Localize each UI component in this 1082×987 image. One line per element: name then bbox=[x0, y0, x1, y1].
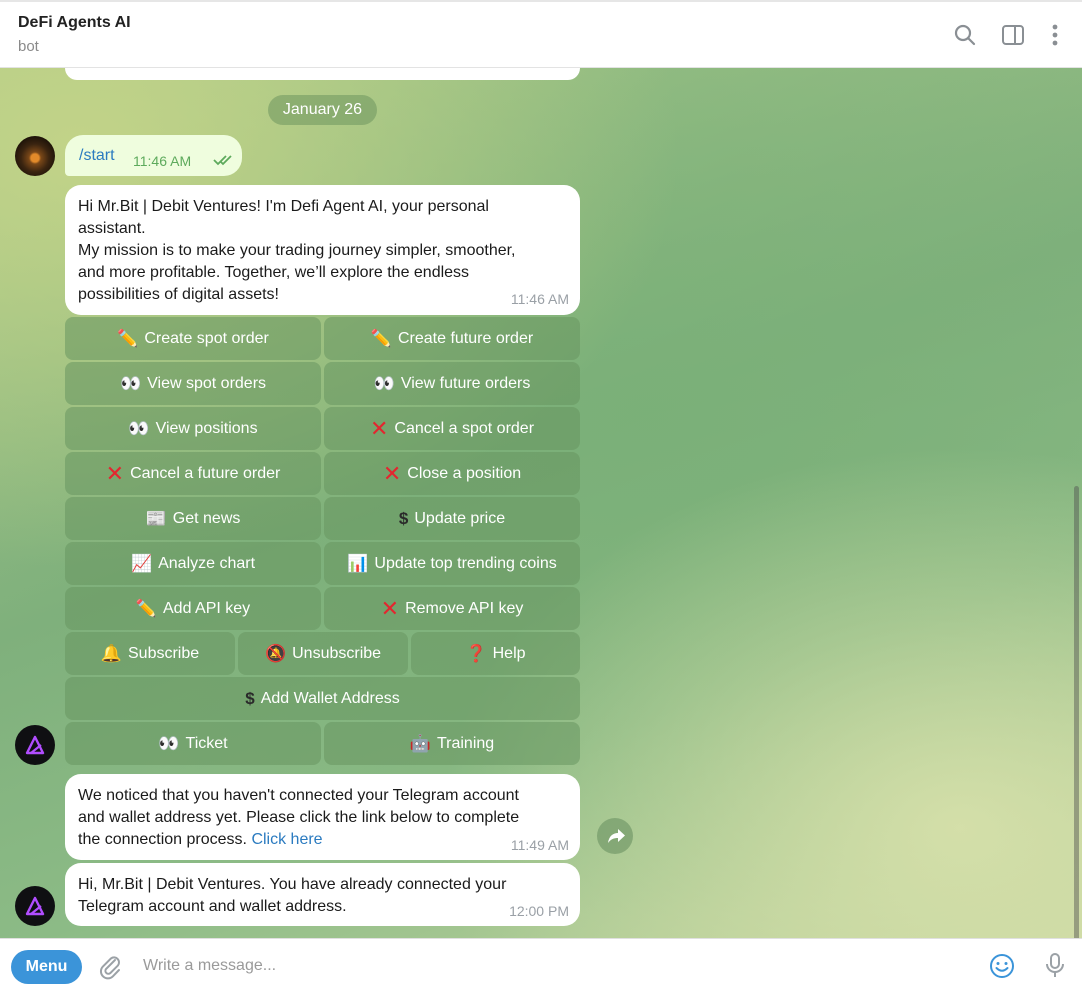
unsubscribe-button[interactable]: 🔕 Unsubscribe bbox=[238, 632, 408, 675]
remove-api-key-button[interactable]: ✕ Remove API key bbox=[324, 587, 580, 630]
emoji-icon[interactable] bbox=[988, 952, 1016, 980]
add-api-key-button[interactable]: ✏️ Add API key bbox=[65, 587, 321, 630]
cross-icon: ✕ bbox=[382, 460, 402, 486]
help-button[interactable]: ❓ Help bbox=[411, 632, 580, 675]
more-vertical-icon[interactable] bbox=[1042, 22, 1068, 48]
dollar-icon: $ bbox=[398, 508, 409, 528]
ticket-button[interactable]: 👀 Ticket bbox=[65, 722, 321, 765]
bot-welcome-message: Hi Mr.Bit | Debit Ventures! I'm Defi Age… bbox=[65, 185, 580, 315]
dollar-icon: $ bbox=[245, 688, 255, 708]
forward-button[interactable] bbox=[597, 818, 633, 854]
robot-icon: 🤖 bbox=[409, 733, 431, 753]
bot-connected-message: Hi, Mr.Bit | Debit Ventures. You have al… bbox=[65, 863, 580, 926]
bot-logo-icon bbox=[25, 896, 45, 916]
message-time: 11:46 AM bbox=[133, 153, 192, 169]
bot-logo-icon bbox=[25, 735, 45, 755]
connected-text: Hi, Mr.Bit | Debit Ventures. You have al… bbox=[78, 876, 507, 915]
start-command-link[interactable]: /start bbox=[79, 147, 115, 165]
eyes-icon: 👀 bbox=[119, 373, 142, 393]
view-spot-orders-button[interactable]: 👀 View spot orders bbox=[65, 362, 321, 405]
create-future-order-button[interactable]: ✏️ Create future order bbox=[324, 317, 580, 360]
create-spot-order-button[interactable]: ✏️ Create spot order bbox=[65, 317, 321, 360]
view-future-orders-button[interactable]: 👀 View future orders bbox=[324, 362, 580, 405]
analyze-chart-button[interactable]: 📈 Analyze chart bbox=[65, 542, 321, 585]
chat-scrollbar[interactable] bbox=[1074, 486, 1079, 938]
double-check-icon bbox=[213, 155, 232, 166]
notice-text: We noticed that you haven't connected yo… bbox=[78, 787, 520, 848]
bot-menu-button[interactable]: Menu bbox=[11, 950, 82, 984]
cross-icon: ✕ bbox=[105, 460, 125, 486]
eyes-icon: 👀 bbox=[373, 373, 395, 393]
date-separator: January 26 bbox=[268, 95, 377, 125]
search-icon[interactable] bbox=[952, 22, 978, 48]
chat-subtitle: bot bbox=[18, 38, 39, 55]
newspaper-icon: 📰 bbox=[145, 508, 167, 528]
cross-icon: ✕ bbox=[369, 415, 389, 441]
message-composer: Menu bbox=[0, 938, 1082, 987]
message-time: 11:46 AM bbox=[510, 291, 569, 307]
bot-avatar[interactable] bbox=[15, 725, 55, 765]
bell-muted-icon: 🔕 bbox=[264, 643, 287, 663]
pencil-icon: ✏️ bbox=[135, 598, 157, 618]
training-button[interactable]: 🤖 Training bbox=[324, 722, 580, 765]
update-price-button[interactable]: $ Update price bbox=[324, 497, 580, 540]
question-icon: ❓ bbox=[465, 643, 487, 663]
user-avatar[interactable] bbox=[15, 136, 55, 176]
pencil-icon: ✏️ bbox=[117, 328, 139, 348]
view-positions-button[interactable]: 👀 View positions bbox=[65, 407, 321, 450]
chart-up-icon: 📈 bbox=[130, 553, 153, 573]
outgoing-message: /start 11:46 AM bbox=[65, 135, 242, 176]
pencil-icon: ✏️ bbox=[370, 328, 392, 348]
message-time: 11:49 AM bbox=[510, 837, 569, 853]
bar-chart-icon: 📊 bbox=[347, 553, 369, 573]
message-time: 12:00 PM bbox=[509, 903, 569, 919]
microphone-icon[interactable] bbox=[1041, 951, 1069, 979]
bot-notice-message: We noticed that you haven't connected yo… bbox=[65, 774, 580, 860]
subscribe-button[interactable]: 🔔 Subscribe bbox=[65, 632, 235, 675]
eyes-icon: 👀 bbox=[158, 733, 180, 753]
welcome-text: Hi Mr.Bit | Debit Ventures! I'm Defi Age… bbox=[78, 198, 516, 303]
close-position-button[interactable]: ✕ Close a position bbox=[324, 452, 580, 495]
chat-header: DeFi Agents AI bot bbox=[0, 0, 1082, 68]
cancel-future-order-button[interactable]: ✕ Cancel a future order bbox=[65, 452, 321, 495]
eyes-icon: 👀 bbox=[128, 418, 150, 438]
cancel-spot-order-button[interactable]: ✕ Cancel a spot order bbox=[324, 407, 580, 450]
connect-link[interactable]: Click here bbox=[251, 831, 322, 848]
get-news-button[interactable]: 📰 Get news bbox=[65, 497, 321, 540]
forward-arrow-icon bbox=[608, 829, 625, 843]
cross-icon: ✕ bbox=[380, 595, 400, 621]
bell-icon: 🔔 bbox=[100, 643, 122, 663]
sidebar-toggle-icon[interactable] bbox=[1000, 22, 1026, 48]
add-wallet-address-button[interactable]: $ Add Wallet Address bbox=[65, 677, 580, 720]
bot-avatar[interactable] bbox=[15, 886, 55, 926]
previous-message-bubble bbox=[65, 68, 580, 80]
update-trending-coins-button[interactable]: 📊 Update top trending coins bbox=[324, 542, 580, 585]
message-input[interactable] bbox=[143, 951, 943, 981]
chat-title[interactable]: DeFi Agents AI bbox=[18, 14, 131, 32]
paperclip-icon[interactable] bbox=[96, 952, 124, 980]
